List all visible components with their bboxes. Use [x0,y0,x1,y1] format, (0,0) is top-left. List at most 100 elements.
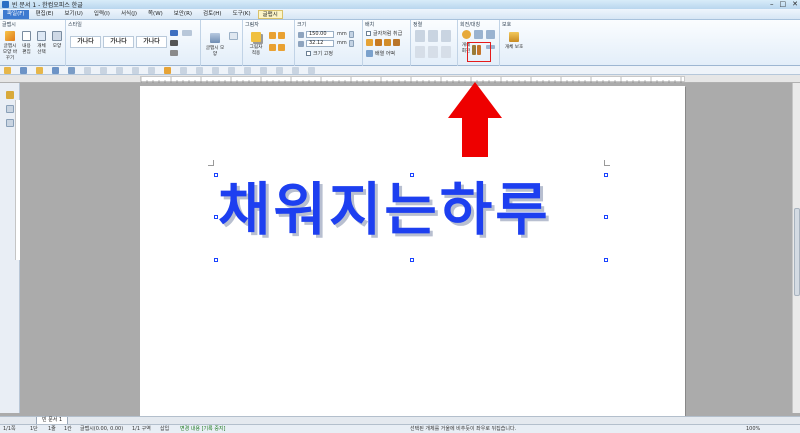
pen-icon[interactable] [6,91,14,99]
keep-size-checkbox[interactable] [306,51,311,56]
menu-bar: 파일(F) 편집(E) 보기(U) 입력(I) 서식(J) 쪽(W) 보안(R) 검토(H) 도… [0,9,800,20]
line-width-icon[interactable] [182,30,192,36]
align-left-tb-icon[interactable] [260,67,267,74]
wrap-tight-icon[interactable] [375,39,382,46]
page-icon[interactable] [6,105,14,113]
shadow-right-icon[interactable] [278,32,285,39]
scroll-thumb[interactable] [794,208,800,296]
change-wordart-button[interactable]: 글맵시 모양 바꾸기 [2,29,18,63]
format-icon[interactable] [148,67,155,74]
handle-bottom-middle[interactable] [410,258,414,262]
redo-icon[interactable] [84,67,91,74]
vertical-ruler[interactable] [15,100,20,260]
outline-icon[interactable] [6,119,14,127]
line-color-icon[interactable] [170,40,178,46]
style-preset-3[interactable]: 가나다 [136,36,167,48]
wrap-front-icon[interactable] [393,39,400,46]
print-icon[interactable] [52,67,59,74]
wordart-text[interactable]: 채워지는하루 [218,170,608,260]
shadow-button[interactable]: 그림자 적용 [247,29,265,63]
ungroup-icon[interactable] [428,46,438,58]
title-bar: 빈 문서 1 - 한컴오피스 한글 – □ ✕ [0,0,800,9]
align-center-icon[interactable] [428,30,438,42]
line-style-icon[interactable] [170,50,178,56]
align-center-tb-icon[interactable] [276,67,283,74]
align-left-icon[interactable] [415,30,425,42]
style-preset-2[interactable]: 가나다 [103,36,134,48]
content-edit-button[interactable]: 내용 편집 [20,29,33,63]
status-insert[interactable]: 삽입 [160,426,169,433]
paste-icon[interactable] [132,67,139,74]
select-object-button[interactable]: 개체 선택 [35,29,48,63]
menu-item-0[interactable]: 파일(F) [3,9,29,19]
align-right-icon[interactable] [441,30,451,42]
treat-as-char-label: 글자처럼 취급 [373,31,403,37]
font-icon[interactable] [164,67,171,74]
align-right-tb-icon[interactable] [292,67,299,74]
save-icon[interactable] [36,67,43,74]
treat-as-char-checkbox[interactable] [366,31,371,36]
document-tab-label: 빈 문서 1 [42,417,63,423]
fill-color-icon[interactable] [170,30,178,36]
cut-icon[interactable] [100,67,107,74]
group-objects-icon[interactable] [415,46,425,58]
handle-bottom-left[interactable] [214,258,218,262]
shadow-up-icon[interactable] [269,32,276,39]
menu-item-9[interactable]: 글맵시 [257,9,283,19]
style-preset-1[interactable]: 가나다 [70,36,101,48]
wrap-square-icon[interactable] [366,39,373,46]
menu-item-6[interactable]: 보안(R) [170,10,196,19]
justify-icon[interactable] [308,67,315,74]
bold-icon[interactable] [196,67,203,74]
open-icon[interactable] [20,67,27,74]
menu-item-2[interactable]: 보기(U) [60,10,86,19]
shadow-left-icon[interactable] [278,44,285,51]
handle-top-right[interactable] [604,173,608,177]
handle-bottom-right[interactable] [604,258,608,262]
text-wrap-label: 배열 어떡 [375,51,395,57]
arrange-icon[interactable] [366,50,373,57]
menu-item-3[interactable]: 입력(I) [90,10,114,19]
underline-icon[interactable] [228,67,235,74]
status-section: 1단 [30,426,38,432]
status-col: 1칸 [64,426,72,432]
bring-front-icon[interactable] [441,46,451,58]
select-object-label: 개체 선택 [37,44,46,55]
handle-middle-right[interactable] [604,215,608,219]
menu-item-7[interactable]: 검토(H) [199,10,226,19]
close-button[interactable]: ✕ [792,0,798,9]
maximize-button[interactable]: □ [780,0,787,9]
width-input[interactable]: 150.00 [306,31,334,38]
height-input[interactable]: 32.12 [306,40,334,47]
wordart-shape-button[interactable]: 글맵시 모양 [205,29,225,63]
protect-object-button[interactable]: 개체 보호 [504,29,524,63]
menu-item-8[interactable]: 도구(K) [229,10,255,19]
width-spin-icon[interactable] [349,31,354,38]
rotate-icon[interactable] [462,30,471,39]
handle-middle-left[interactable] [214,215,218,219]
handle-top-middle[interactable] [410,173,414,177]
size-icon[interactable] [180,67,187,74]
wordart-option-icon[interactable] [229,32,238,40]
vertical-scrollbar[interactable] [792,83,800,413]
height-spin-icon[interactable] [349,40,354,47]
shape-button[interactable]: 모양 [50,29,64,63]
rotate-left-icon[interactable] [474,30,483,39]
new-doc-icon[interactable] [4,67,11,74]
color-icon[interactable] [244,67,251,74]
status-track-changes[interactable]: 변경 내용 [기록 중지] [180,426,225,433]
horizontal-ruler[interactable] [140,76,685,83]
handle-top-left[interactable] [214,173,218,177]
wrap-behind-icon[interactable] [384,39,391,46]
rotate-right-icon[interactable] [486,30,495,39]
wordart-shape-icon [210,33,220,43]
zoom-level[interactable]: 100% [746,426,760,433]
menu-item-1[interactable]: 편집(E) [32,10,58,19]
undo-icon[interactable] [68,67,75,74]
menu-item-5[interactable]: 쪽(W) [144,10,167,19]
menu-item-4[interactable]: 서식(J) [117,10,141,19]
italic-icon[interactable] [212,67,219,74]
copy-icon[interactable] [116,67,123,74]
shadow-down-icon[interactable] [269,44,276,51]
minimize-button[interactable]: – [770,0,774,9]
